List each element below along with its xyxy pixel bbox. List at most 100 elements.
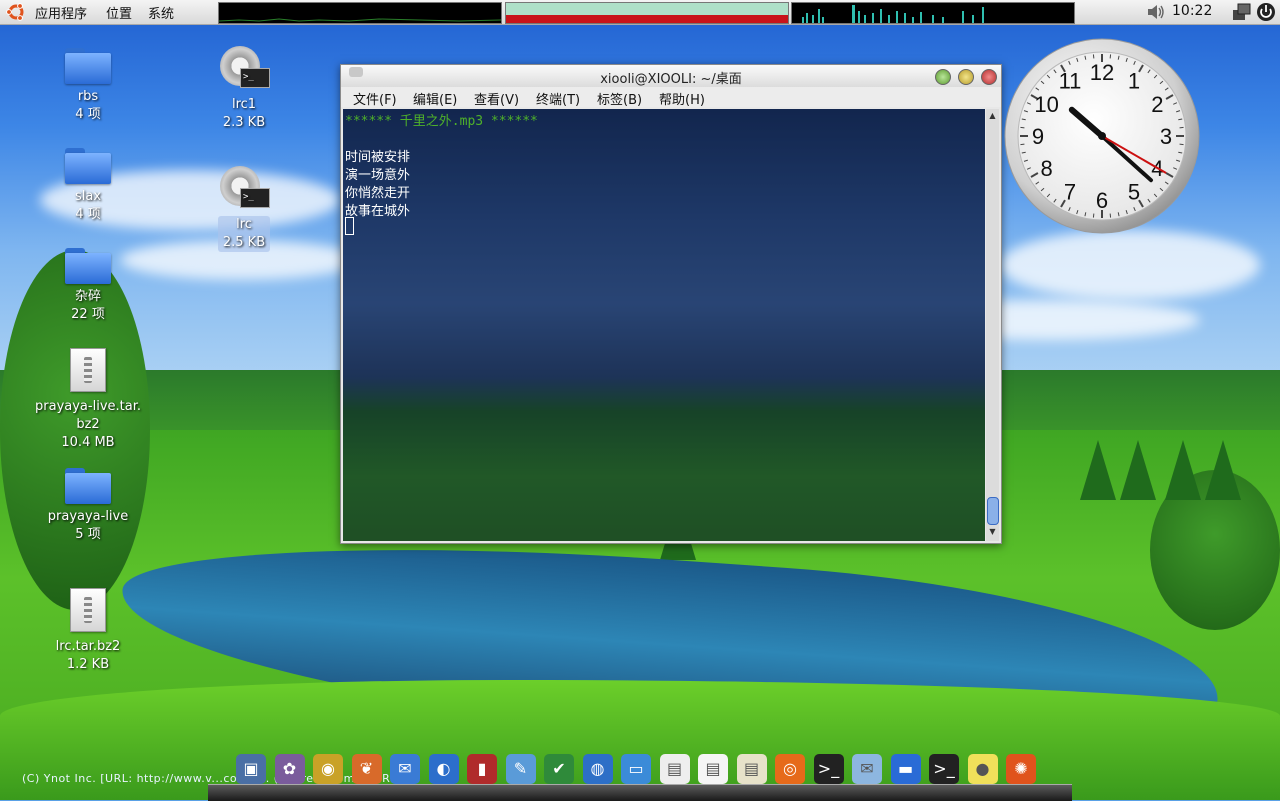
- memory-usage-bar: [506, 15, 788, 23]
- vmware-icon-glyph: ▣: [236, 754, 266, 784]
- network-status-icon[interactable]: [1231, 2, 1251, 22]
- menu-system[interactable]: 系统: [148, 3, 174, 22]
- menu-tabs[interactable]: 标签(B): [597, 89, 642, 108]
- menu-applications[interactable]: 应用程序: [35, 3, 87, 22]
- clock-number: 7: [1064, 179, 1076, 204]
- scroll-down-icon[interactable]: ▼: [987, 527, 998, 539]
- terminal-menubar: 文件(F) 编辑(E) 查看(V) 终端(T) 标签(B) 帮助(H): [341, 87, 1001, 107]
- terminal2-icon[interactable]: >_: [929, 754, 959, 784]
- ubuntu-icon[interactable]: ✺: [1006, 754, 1036, 784]
- desktop-icon-label: slax: [28, 188, 148, 206]
- text-icon-glyph: ▤: [698, 754, 728, 784]
- power-icon[interactable]: [1256, 2, 1276, 22]
- memory-monitor-graph[interactable]: [505, 2, 789, 24]
- terminal-window[interactable]: xiooli@XIOOLI: ~/桌面 文件(F) 编辑(E) 查看(V) 终端…: [340, 64, 1002, 544]
- folder-icon-glyph: ▬: [891, 754, 921, 784]
- terminal-line: 时间被安排: [345, 146, 410, 165]
- maximize-icon[interactable]: [958, 69, 974, 85]
- wallpaper-tree: [1165, 440, 1201, 500]
- desktop-icon-info: 10.4 MB: [28, 434, 148, 452]
- analog-clock-widget[interactable]: 12 1 2 3 4 5 6 7 8 9 10 11: [1004, 38, 1200, 234]
- desktop-icon-info: 2.3 KB: [184, 114, 304, 132]
- text-icon[interactable]: ▤: [698, 754, 728, 784]
- menu-view[interactable]: 查看(V): [474, 89, 519, 108]
- menu-edit[interactable]: 编辑(E): [413, 89, 457, 108]
- cpu-graph-icon: [219, 3, 501, 23]
- terminal-line: 你悄然走开: [345, 182, 410, 201]
- pen-icon[interactable]: ✎: [506, 754, 536, 784]
- folder-icon[interactable]: ▬: [891, 754, 921, 784]
- dock-shelf: [208, 784, 1072, 801]
- desktop-icon-info: 5 项: [28, 526, 148, 544]
- desktop-icon-label: prayaya-live.tar.: [28, 398, 148, 416]
- desktop-file-prayaya-live-tar[interactable]: prayaya-live.tar. bz2 10.4 MB: [28, 348, 148, 452]
- monitor-icon[interactable]: ▭: [621, 754, 651, 784]
- network-monitor-graph[interactable]: [791, 2, 1075, 24]
- folder-icon: [65, 248, 111, 284]
- eye-icon[interactable]: ◉: [313, 754, 343, 784]
- folder-icon: [65, 148, 111, 184]
- fox-icon[interactable]: ❦: [352, 754, 382, 784]
- vim-icon[interactable]: ✔: [544, 754, 574, 784]
- desktop-folder-slax[interactable]: slax 4 项: [28, 148, 148, 224]
- mail-icon[interactable]: ✉: [852, 754, 882, 784]
- menu-help[interactable]: 帮助(H): [659, 89, 705, 108]
- desktop-icon-label: rbs: [28, 88, 148, 106]
- menu-terminal[interactable]: 终端(T): [536, 89, 580, 108]
- terminal-line: ****** 千里之外.mp3 ******: [345, 110, 538, 129]
- vmware-icon[interactable]: ▣: [236, 754, 266, 784]
- vim-icon-glyph: ✔: [544, 754, 574, 784]
- desktop-icon-label: 杂碎: [28, 288, 148, 306]
- scroll-up-icon[interactable]: ▲: [987, 111, 998, 123]
- script-gear-icon: >_: [220, 166, 268, 214]
- wallpaper-tree: [1120, 440, 1156, 500]
- wallpaper-cloud: [1000, 230, 1260, 300]
- desktop-icon-info: 1.2 KB: [28, 656, 148, 674]
- clock-number: 10: [1034, 92, 1058, 117]
- desktop-icon-label: lrc: [222, 216, 266, 234]
- cpu-monitor-graph[interactable]: [218, 2, 502, 24]
- close-icon[interactable]: [981, 69, 997, 85]
- gimp-icon[interactable]: ✿: [275, 754, 305, 784]
- red-book-icon[interactable]: ▮: [467, 754, 497, 784]
- folder-icon: [65, 468, 111, 504]
- desktop-script-lrc1[interactable]: >_ lrc1 2.3 KB: [184, 46, 304, 132]
- menu-file[interactable]: 文件(F): [353, 89, 397, 108]
- volume-icon[interactable]: [1146, 3, 1166, 21]
- terminal-output[interactable]: ****** 千里之外.mp3 ****** 时间被安排 演一场意外 你悄然走开…: [343, 109, 985, 541]
- desktop-folder-prayaya-live[interactable]: prayaya-live 5 项: [28, 468, 148, 544]
- desktop-file-lrc-tar[interactable]: lrc.tar.bz2 1.2 KB: [28, 588, 148, 674]
- gimp-icon-glyph: ✿: [275, 754, 305, 784]
- folder-icon: [65, 48, 111, 84]
- menu-places[interactable]: 位置: [106, 3, 132, 22]
- pdf-icon[interactable]: ▤: [660, 754, 690, 784]
- desktop-icon-label: prayaya-live: [28, 508, 148, 526]
- pen-icon-glyph: ✎: [506, 754, 536, 784]
- ubuntu-logo-icon[interactable]: [6, 2, 26, 22]
- desktop-script-lrc[interactable]: >_ lrc 2.5 KB: [184, 166, 304, 252]
- desktop-icon-info: 2.5 KB: [222, 234, 266, 252]
- desktop-folder-rbs[interactable]: rbs 4 项: [28, 48, 148, 124]
- desktop-folder-zasui[interactable]: 杂碎 22 项: [28, 248, 148, 324]
- archive-icon: [70, 348, 106, 392]
- terminal-titlebar[interactable]: xiooli@XIOOLI: ~/桌面: [341, 65, 1001, 87]
- clock-number: 3: [1160, 124, 1172, 149]
- font-icon[interactable]: ▤: [737, 754, 767, 784]
- terminal-icon[interactable]: >_: [814, 754, 844, 784]
- doc-icon[interactable]: ✉: [390, 754, 420, 784]
- panel-clock[interactable]: 10:22: [1172, 3, 1212, 19]
- pill-icon-glyph: ●: [968, 754, 998, 784]
- scrollbar-thumb[interactable]: [987, 497, 999, 525]
- minimize-icon[interactable]: [935, 69, 951, 85]
- gnome-icon[interactable]: ◐: [429, 754, 459, 784]
- network-graph-icon: [792, 3, 1074, 23]
- globe-icon[interactable]: ◍: [583, 754, 613, 784]
- desktop-icon-info: 4 项: [28, 206, 148, 224]
- pill-icon[interactable]: ●: [968, 754, 998, 784]
- ubuntu-icon-glyph: ✺: [1006, 754, 1036, 784]
- firefox-icon[interactable]: ◎: [775, 754, 805, 784]
- script-gear-icon: >_: [220, 46, 268, 94]
- terminal-icon-glyph: >_: [814, 754, 844, 784]
- terminal-scrollbar[interactable]: ▲ ▼: [986, 109, 999, 541]
- desktop-icon-info: 4 项: [28, 106, 148, 124]
